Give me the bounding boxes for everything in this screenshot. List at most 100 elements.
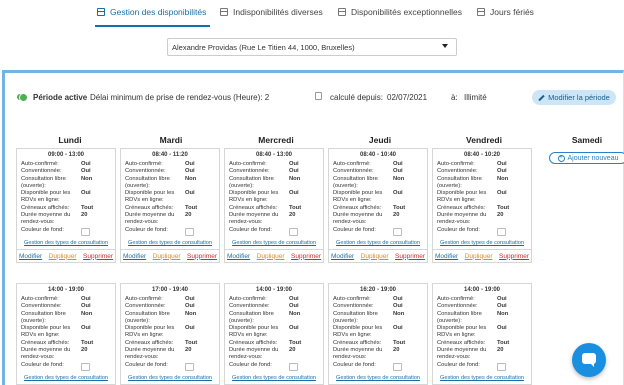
duree-row-2: rendez-vous: — [225, 354, 323, 361]
delete-slot-link[interactable]: Supprimer — [187, 253, 217, 260]
auto-confirm-row: Auto-confirmé: Oui — [225, 161, 323, 168]
manage-consultation-types-link[interactable]: Gestion des types de consultation — [121, 240, 219, 246]
conventionnee-label: Conventionnée: — [125, 168, 166, 175]
slot-time: 08:40 - 11:20 — [152, 152, 188, 158]
manage-consultation-types-link[interactable]: Gestion des types de consultation — [433, 375, 531, 381]
auto-confirm-row: Auto-confirmé: Oui — [17, 296, 115, 303]
online-row: Disponible pour les Oui — [433, 190, 531, 197]
color-swatch[interactable] — [497, 227, 506, 236]
auto-confirm-row: Auto-confirmé: Oui — [225, 296, 323, 303]
couleur-label: Couleur de fond: — [125, 226, 168, 233]
duplicate-slot-link[interactable]: Dupliquer — [361, 253, 389, 260]
modify-slot-link[interactable]: Modifier — [19, 253, 42, 260]
slot-actions: Modifier Dupliquer Supprimer — [329, 248, 427, 262]
color-swatch[interactable] — [289, 362, 298, 371]
creneaux-value: Tout — [497, 204, 510, 211]
auto-confirm-value: Oui — [81, 161, 91, 167]
auto-confirm-label: Auto-confirmé: — [21, 161, 59, 167]
online-row-2: RDVs en ligne: — [17, 332, 115, 339]
auto-confirm-label: Auto-confirmé: — [229, 161, 267, 167]
chat-bubble-button[interactable] — [572, 343, 606, 377]
online-value: Oui — [393, 190, 403, 197]
free-consultation-label-2: (ouverte): — [333, 317, 358, 324]
calendar-icon — [220, 8, 228, 16]
manage-consultation-types-link[interactable]: Gestion des types de consultation — [225, 240, 323, 246]
manage-consultation-types-link[interactable]: Gestion des types de consultation — [329, 375, 427, 381]
conventionnee-label: Conventionnée: — [333, 303, 374, 310]
free-consultation-label: Consultation libre — [437, 175, 482, 182]
tab-label: Gestion des disponibilités — [110, 7, 207, 17]
color-swatch[interactable] — [81, 362, 90, 371]
creneaux-label: Créneaux affichés: — [437, 204, 486, 211]
couleur-label: Couleur de fond: — [125, 361, 168, 368]
modify-slot-link[interactable]: Modifier — [227, 253, 250, 260]
duplicate-slot-link[interactable]: Dupliquer — [153, 253, 181, 260]
duplicate-slot-link[interactable]: Dupliquer — [49, 253, 77, 260]
free-consultation-row-2: (ouverte): — [433, 183, 531, 190]
free-consultation-value: Non — [393, 175, 405, 182]
conventionnee-label: Conventionnée: — [21, 303, 62, 310]
auto-confirm-value: Oui — [289, 296, 299, 302]
tab-disponibilites-exceptionnelles[interactable]: Disponibilités exceptionnelles — [338, 7, 462, 17]
slot-time: 08:40 - 10:20 — [463, 152, 501, 158]
day-header-samedi: Samedi — [571, 135, 603, 145]
period-active-toggle[interactable] — [17, 93, 28, 102]
online-row-2: RDVs en ligne: — [121, 332, 219, 339]
manage-consultation-types-link[interactable]: Gestion des types de consultation — [17, 240, 115, 246]
color-swatch[interactable] — [289, 227, 298, 236]
creneaux-row: Créneaux affichés: Tout — [225, 205, 323, 212]
modify-slot-link[interactable]: Modifier — [123, 253, 146, 260]
conventionnee-value: Oui — [289, 168, 299, 175]
color-swatch[interactable] — [185, 362, 194, 371]
delete-slot-link[interactable]: Supprimer — [395, 253, 425, 260]
color-swatch[interactable] — [497, 362, 506, 371]
manage-consultation-types-link[interactable]: Gestion des types de consultation — [17, 375, 115, 381]
practitioner-select[interactable]: Alexandre Providas (Rue Le Titien 44, 10… — [167, 38, 457, 56]
creneaux-row: Créneaux affichés: Tout — [433, 340, 531, 347]
color-swatch[interactable] — [393, 362, 402, 371]
free-consultation-row-2: (ouverte): — [329, 318, 427, 325]
free-consultation-row: Consultation libre Non — [329, 176, 427, 183]
manage-consultation-types-link[interactable]: Gestion des types de consultation — [329, 240, 427, 246]
conventionnee-label: Conventionnée: — [125, 303, 166, 310]
duree-value: 20 — [185, 212, 192, 219]
online-value: Oui — [81, 190, 91, 197]
duplicate-slot-link[interactable]: Dupliquer — [257, 253, 285, 260]
add-new-button[interactable]: + Ajouter nouveau — [549, 152, 624, 164]
conventionnee-label: Conventionnée: — [333, 168, 374, 175]
conventionnee-row: Conventionnée: Oui — [433, 303, 531, 310]
tab-jours-feries[interactable]: Jours fériés — [477, 7, 534, 17]
manage-consultation-types-link[interactable]: Gestion des types de consultation — [225, 375, 323, 381]
color-swatch[interactable] — [185, 227, 194, 236]
conventionnee-value: Oui — [289, 303, 299, 310]
conventionnee-row: Conventionnée: Oui — [17, 168, 115, 175]
free-consultation-row: Consultation libre Non — [121, 176, 219, 183]
tab-indisponibilites[interactable]: Indisponibilités diverses — [220, 7, 323, 17]
online-label: Disponible pour les — [437, 190, 487, 197]
color-swatch[interactable] — [81, 227, 90, 236]
day-header-lundi: Lundi — [58, 135, 82, 145]
manage-consultation-types-link[interactable]: Gestion des types de consultation — [121, 375, 219, 381]
modify-slot-link[interactable]: Modifier — [331, 253, 354, 260]
duree-row: Durée moyenne du 20 — [225, 347, 323, 354]
auto-confirm-label: Auto-confirmé: — [125, 161, 163, 167]
manage-consultation-types-link[interactable]: Gestion des types de consultation — [433, 240, 531, 246]
delete-slot-link[interactable]: Supprimer — [499, 253, 529, 260]
auto-confirm-row: Auto-confirmé: Oui — [433, 296, 531, 303]
modify-period-button[interactable]: Modifier la période — [532, 90, 616, 105]
modify-slot-link[interactable]: Modifier — [435, 253, 458, 260]
duree-row-2: rendez-vous: — [225, 219, 323, 226]
tab-gestion-disponibilites[interactable]: Gestion des disponibilités — [97, 7, 206, 17]
conventionnee-value: Oui — [497, 303, 507, 310]
conventionnee-label: Conventionnée: — [229, 168, 270, 175]
auto-confirm-row: Auto-confirmé: Oui — [121, 161, 219, 168]
free-consultation-label-2: (ouverte): — [125, 317, 150, 324]
slot-card: 08:40 - 10:40 Auto-confirmé: Oui Convention… — [328, 148, 428, 263]
delete-slot-link[interactable]: Supprimer — [291, 253, 321, 260]
delete-slot-link[interactable]: Supprimer — [83, 253, 113, 260]
conventionnee-row: Conventionnée: Oui — [225, 303, 323, 310]
creneaux-row: Créneaux affichés: Tout — [329, 205, 427, 212]
online-row: Disponible pour les Oui — [433, 325, 531, 332]
duplicate-slot-link[interactable]: Dupliquer — [465, 253, 493, 260]
color-swatch[interactable] — [393, 227, 402, 236]
